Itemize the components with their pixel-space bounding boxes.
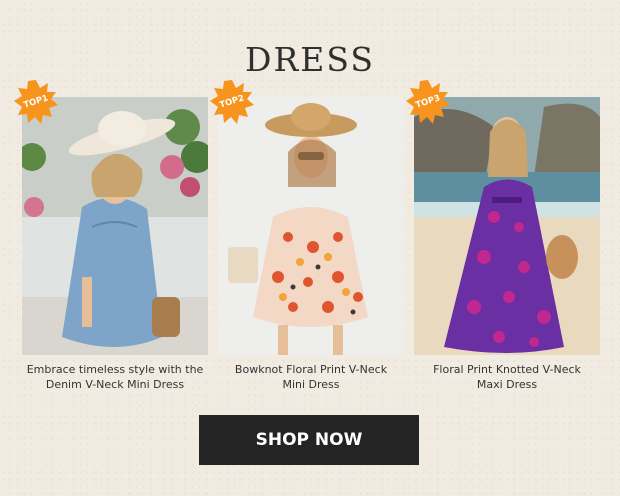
product-card-floral-mini-dress[interactable] [218, 97, 404, 355]
top3-badge: TOP3 [406, 80, 450, 124]
product-image-floral-mini-dress[interactable] [218, 97, 404, 355]
top1-badge: TOP1 [14, 80, 58, 124]
product-caption[interactable]: Bowknot Floral Print V-Neck Mini Dress [211, 362, 411, 392]
product-caption[interactable]: Embrace timeless style with the Denim V-… [15, 362, 215, 392]
product-image-denim-dress[interactable] [22, 97, 208, 355]
product-caption[interactable]: Floral Print Knotted V-Neck Maxi Dress [407, 362, 607, 392]
top2-badge: TOP2 [210, 80, 254, 124]
product-card-denim-dress[interactable] [22, 97, 208, 355]
page-title: DRESS [244, 40, 376, 79]
product-image-floral-maxi-dress[interactable] [414, 97, 600, 355]
product-card-floral-maxi-dress[interactable] [414, 97, 600, 355]
shop-now-button[interactable]: SHOP NOW [199, 415, 419, 465]
